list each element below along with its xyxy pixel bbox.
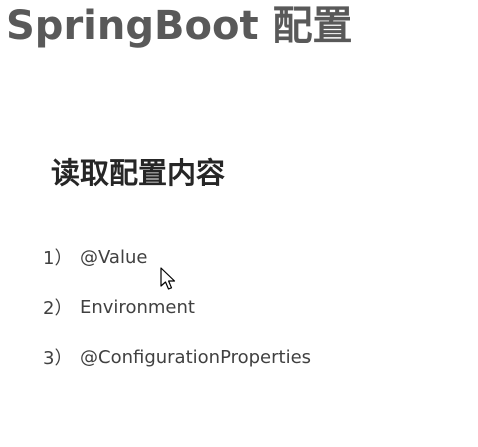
slide: SpringBoot 配置 读取配置内容 1） @Value 2） Enviro… <box>0 0 478 447</box>
list-item-text: @Value <box>80 246 148 268</box>
list-item: 3） @ConfigurationProperties <box>43 332 311 382</box>
list-item-text: @ConfigurationProperties <box>80 346 312 368</box>
section-heading: 读取配置内容 <box>51 156 226 190</box>
list-item-text: Environment <box>80 296 195 318</box>
list-item-number: 3） <box>43 348 73 369</box>
list-item: 2） Environment <box>43 282 311 332</box>
slide-title: SpringBoot 配置 <box>6 3 353 49</box>
list-item-number: 2） <box>43 298 73 319</box>
list-item-number: 1） <box>43 248 73 269</box>
list-item: 1） @Value <box>43 232 311 282</box>
mouse-pointer-icon <box>160 267 176 290</box>
config-method-list: 1） @Value 2） Environment 3） @Configurati… <box>43 232 311 382</box>
